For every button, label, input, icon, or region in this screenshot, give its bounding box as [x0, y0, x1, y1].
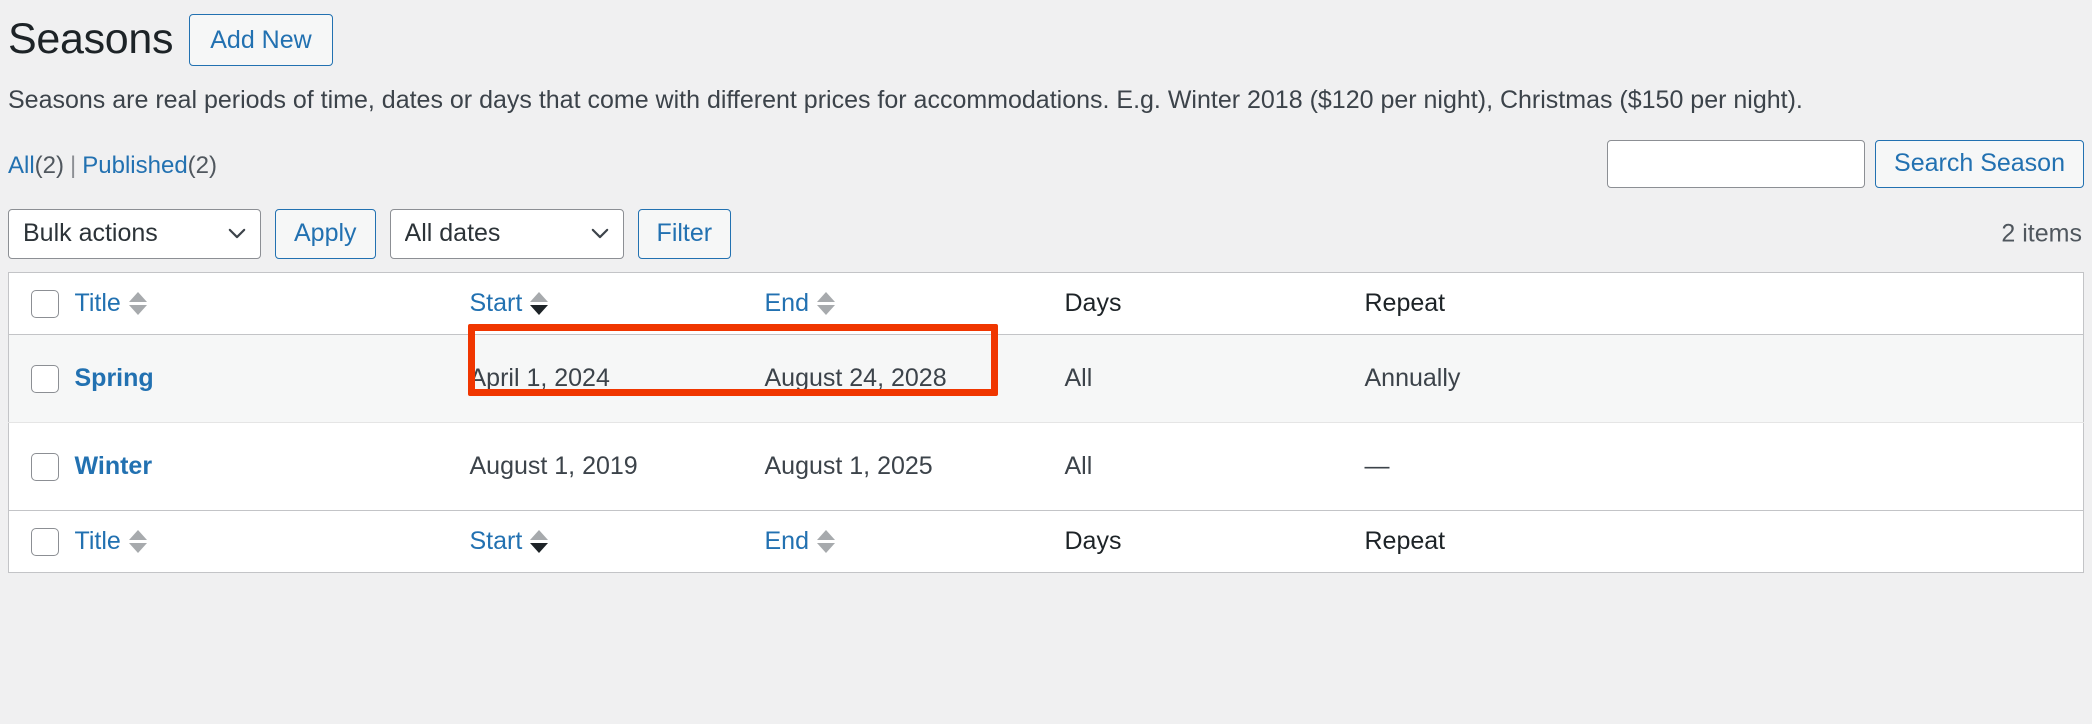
table-footer-row: Title Start End Days Repeat — [8, 509, 2084, 573]
select-all-checkbox[interactable] — [31, 289, 59, 318]
column-header-end[interactable]: End — [764, 272, 1065, 335]
sort-indicator-end — [816, 529, 835, 553]
sort-desc-arrow-icon — [128, 542, 147, 553]
select-all-header — [8, 272, 75, 335]
filter-button[interactable]: Filter — [637, 208, 732, 259]
table-row: Spring April 1, 2024 August 24, 2028 All… — [8, 334, 2084, 423]
search-season-button[interactable]: Search Season — [1875, 139, 2084, 188]
table-row: Winter August 1, 2019 August 1, 2025 All… — [9, 422, 2084, 510]
tablenav-top: Bulk actions Apply All dates Filter 2 it… — [0, 202, 2092, 266]
sort-asc-arrow-icon — [128, 291, 147, 302]
column-header-days: Days — [1064, 272, 1365, 335]
sort-desc-arrow-icon — [816, 304, 835, 315]
row-title-cell: Spring — [74, 334, 470, 423]
bulk-actions-select[interactable]: Bulk actions — [8, 208, 261, 259]
add-new-button[interactable]: Add New — [189, 14, 333, 66]
row-start-cell: April 1, 2024 — [469, 334, 765, 423]
table-header-row: Title Start End Days Repeat — [8, 272, 2084, 335]
row-checkbox[interactable] — [31, 452, 59, 481]
view-link-published[interactable]: Published — [82, 152, 187, 179]
row-start-cell: August 1, 2019 — [469, 451, 638, 480]
column-label-end: End — [764, 526, 809, 555]
column-footer-end[interactable]: End — [764, 509, 1065, 573]
sort-asc-arrow-icon — [128, 529, 147, 540]
sort-indicator-title — [128, 529, 147, 553]
row-end-cell: August 1, 2025 — [764, 451, 933, 480]
column-label-end: End — [764, 288, 809, 317]
seasons-table: Title Start End Days Repeat Spring April… — [8, 271, 2084, 573]
view-count-published: (2) — [187, 151, 218, 179]
column-footer-days: Days — [1064, 509, 1365, 573]
items-count: 2 items — [2001, 219, 2082, 248]
bulk-actions-group: Bulk actions Apply All dates Filter — [8, 202, 2084, 266]
sort-indicator-start — [530, 291, 549, 315]
sort-link-end-footer[interactable]: End — [765, 527, 835, 556]
row-title-cell: Winter — [75, 422, 470, 510]
column-label-title: Title — [74, 288, 121, 317]
page-header: Seasons Add New — [0, 0, 2092, 66]
column-label-title: Title — [74, 526, 121, 555]
table-foot: Title Start End Days Repeat — [8, 509, 2084, 573]
sort-desc-arrow-icon — [530, 304, 549, 315]
column-header-title[interactable]: Title — [74, 272, 470, 335]
search-input[interactable] — [1607, 139, 1866, 188]
row-end-cell: August 24, 2028 — [764, 334, 1065, 423]
season-link-spring[interactable]: Spring — [75, 364, 154, 392]
dates-select-wrap: All dates — [389, 208, 624, 259]
select-all-footer-header — [8, 509, 75, 573]
views-separator: | — [70, 151, 77, 179]
sort-desc-arrow-icon — [128, 304, 147, 315]
view-count-all: (2) — [34, 151, 65, 179]
sort-asc-arrow-icon — [816, 529, 835, 540]
season-link-winter[interactable]: Winter — [75, 452, 153, 480]
view-link-all[interactable]: All — [8, 152, 35, 179]
sort-asc-arrow-icon — [530, 529, 549, 540]
page-description: Seasons are real periods of time, dates … — [8, 86, 1803, 114]
select-all-checkbox-footer[interactable] — [31, 527, 59, 556]
views-and-search-row: All(2) | Published(2) Search Season — [0, 139, 2092, 198]
row-select-cell — [9, 422, 75, 510]
sort-link-start[interactable]: Start — [470, 289, 549, 318]
views-list: All(2) | Published(2) — [8, 152, 217, 180]
sort-asc-arrow-icon — [816, 291, 835, 302]
dates-filter-select[interactable]: All dates — [389, 208, 624, 259]
row-days-cell: All — [1064, 334, 1365, 423]
column-footer-repeat: Repeat — [1364, 509, 2084, 573]
sort-indicator-title — [128, 291, 147, 315]
sort-asc-arrow-icon — [530, 291, 549, 302]
page-title: Seasons — [8, 15, 174, 64]
row-repeat-cell: — — [1364, 451, 1390, 480]
table-head: Title Start End Days Repeat — [8, 272, 2084, 335]
sort-link-start-footer[interactable]: Start — [470, 527, 549, 556]
sort-indicator-start — [530, 529, 549, 553]
column-footer-start[interactable]: Start — [469, 509, 765, 573]
bulk-actions-select-wrap: Bulk actions — [8, 208, 261, 259]
column-header-start[interactable]: Start — [469, 272, 765, 335]
table-body: Spring April 1, 2024 August 24, 2028 All… — [8, 334, 2084, 510]
sort-link-title-footer[interactable]: Title — [75, 527, 147, 556]
column-label-start: Start — [469, 526, 523, 555]
sort-indicator-end — [816, 291, 835, 315]
sort-desc-arrow-icon — [530, 542, 549, 553]
row-select-cell — [8, 334, 75, 423]
column-header-repeat: Repeat — [1364, 272, 2084, 335]
search-box: Search Season — [1607, 139, 2084, 188]
sort-desc-arrow-icon — [816, 542, 835, 553]
admin-page-wrap: Seasons Add New Seasons are real periods… — [0, 0, 2092, 724]
sort-link-title[interactable]: Title — [75, 289, 147, 318]
column-footer-title[interactable]: Title — [74, 509, 470, 573]
apply-button[interactable]: Apply — [275, 208, 376, 259]
row-days-cell: All — [1064, 451, 1093, 480]
row-repeat-cell: Annually — [1364, 334, 2084, 423]
sort-link-end[interactable]: End — [765, 289, 835, 318]
column-label-start: Start — [469, 288, 523, 317]
row-checkbox[interactable] — [31, 364, 59, 393]
